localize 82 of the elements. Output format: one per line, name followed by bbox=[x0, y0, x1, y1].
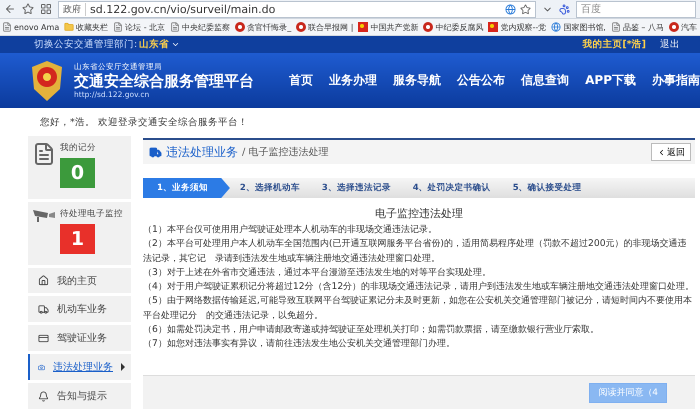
bookmark-link[interactable]: 收藏夹栏 bbox=[64, 22, 108, 32]
notice-title: 电子监控违法处理 bbox=[374, 206, 464, 221]
nav-link[interactable]: 办事指南 bbox=[652, 72, 700, 89]
sidebar-item[interactable]: 违法处理业务 bbox=[28, 354, 131, 380]
url-text: sd.122.gov.cn/vio/surveil/main.do bbox=[90, 2, 276, 16]
bookmark-link[interactable]: 联合早报网 | bbox=[296, 22, 354, 32]
page-icon bbox=[170, 22, 180, 32]
switch-label: 切换公安交通管理部门: bbox=[34, 38, 138, 51]
nav-link[interactable]: 服务导航 bbox=[393, 72, 442, 89]
notice-paragraph: （4）对于用户驾驶证累积记分将超过12分（含12分）的非现场交通违法记录，请用户到违法发生地或车辆注册地交通违法处理窗口处理。 bbox=[143, 280, 695, 294]
flag-icon bbox=[488, 22, 498, 32]
chevron-left-icon bbox=[657, 148, 666, 156]
step-tab[interactable]: 4、处罚决定书确认 bbox=[402, 178, 503, 198]
bookmark-link[interactable]: 汽车 bbox=[668, 22, 697, 32]
sidebar-item[interactable]: 我的主页 bbox=[28, 268, 131, 294]
bookmark-link[interactable]: 国家图书馆, bbox=[551, 22, 606, 32]
site-icon bbox=[423, 22, 434, 32]
stat-label: 我的记分 bbox=[60, 142, 96, 154]
bookmark-link[interactable]: 中纪委反腐风 bbox=[423, 22, 484, 32]
breadcrumb-current: / 电子监控违法处理 bbox=[242, 146, 329, 159]
home-icon bbox=[38, 275, 49, 286]
sidebar-item[interactable]: 告知与提示 bbox=[28, 383, 131, 409]
star-icon[interactable] bbox=[22, 3, 34, 15]
star-icon[interactable] bbox=[520, 4, 531, 14]
notice-paragraph: （5）由于网络数据传输延迟,可能导致互联网平台驾驶证累记分未及时更新，如您在公安机关交通管理部门被记分，请短时间内不要使用本平台处理记分 的交通违法记录，以免超分。 bbox=[143, 294, 693, 323]
bookmark-link[interactable]: 品鉴 – 八马 bbox=[610, 22, 664, 32]
stat-value[interactable]: 0 bbox=[60, 158, 95, 188]
step-tab[interactable]: 1、业务须知 bbox=[143, 178, 230, 198]
region-dropdown[interactable]: 山东省 bbox=[139, 38, 180, 51]
arrow-icon bbox=[121, 363, 125, 372]
notice-paragraph: （7）如您对违法事实有异议，请前往违法发生地公安机关交通管理部门办理。 bbox=[143, 337, 456, 352]
stat-value[interactable]: 1 bbox=[60, 224, 95, 254]
card-icon bbox=[38, 332, 49, 344]
truck-icon bbox=[38, 304, 49, 315]
breadcrumb-link[interactable]: 违法处理业务 bbox=[166, 144, 238, 160]
bell-icon bbox=[38, 390, 49, 402]
user-link[interactable]: 我的主页[*浩] bbox=[582, 38, 646, 51]
bookmark-link[interactable]: 党内观察--党 bbox=[488, 22, 546, 32]
sidebar-item[interactable]: 机动车业务 bbox=[28, 296, 131, 322]
site-icon bbox=[296, 22, 306, 32]
page-icon bbox=[113, 22, 124, 32]
logout-link[interactable]: 退出 bbox=[660, 38, 680, 51]
page-icon bbox=[2, 22, 12, 32]
site-icon bbox=[668, 22, 679, 32]
site-icon bbox=[235, 22, 246, 32]
nav-link[interactable]: 首页 bbox=[289, 72, 314, 89]
notice-paragraph: （3）对于上述在外省市交通违法，通过本平台漫游至违法发生地的对等平台实现处理。 bbox=[143, 266, 492, 280]
nav-link[interactable]: 信息查询 bbox=[521, 72, 570, 89]
bookmark-link[interactable]: 中央纪委监察 bbox=[170, 22, 230, 32]
paw-icon bbox=[559, 4, 570, 14]
stat-label: 待处理电子监控 bbox=[60, 208, 123, 220]
grid-icon[interactable] bbox=[40, 3, 52, 15]
back-icon[interactable] bbox=[4, 3, 16, 15]
globe-icon bbox=[505, 4, 516, 14]
greeting-text: 您好，*浩。 欢迎登录交通安全综合服务平台！ bbox=[40, 116, 248, 128]
bookmark-link[interactable]: 论坛 - 北京 bbox=[113, 22, 166, 32]
step-tab[interactable]: 2、选择机动车 bbox=[230, 178, 312, 198]
bookmark-link[interactable]: 中国共产党新 bbox=[358, 22, 418, 32]
truck-icon bbox=[149, 146, 162, 158]
surveillance-camera-icon bbox=[32, 208, 56, 222]
flag-icon bbox=[358, 22, 368, 32]
nav-link[interactable]: 业务办理 bbox=[329, 72, 378, 89]
sidebar-item[interactable]: 驾驶证业务 bbox=[28, 325, 131, 352]
document-icon bbox=[32, 142, 56, 166]
nav-link[interactable]: APP下载 bbox=[585, 72, 636, 89]
notice-paragraph: （6）如需处罚决定书，用户申请邮政寄递或持驾驶证至处理机关打印；如需罚款票据，请至缴款银行营业厅索取。 bbox=[143, 323, 600, 338]
globe-icon bbox=[551, 22, 562, 32]
step-tab[interactable]: 3、选择违法记录 bbox=[312, 178, 403, 198]
bookmark-link[interactable]: 贪官忏悔录_ bbox=[235, 22, 292, 32]
step-tab[interactable]: 5、确认接受处理 bbox=[502, 178, 594, 198]
notice-paragraph: （2）本平台可处理用户本人机动车全国范围内(已开通互联网服务平台省份)的，适用简易程序处理（罚款不超过200元）的非现场交通违法记录，其它记 录请到违法发生地或车辆注册地交通违法处理窗口处理。 bbox=[143, 237, 688, 266]
site-title: 交通安全综合服务管理平台 bbox=[74, 72, 254, 90]
back-button[interactable]: 返回 bbox=[651, 143, 691, 161]
bookmark-link[interactable]: enovo Ama bbox=[2, 22, 60, 32]
page-icon bbox=[610, 22, 621, 32]
address-bar[interactable]: 政府 sd.122.gov.cn/vio/surveil/main.do bbox=[58, 0, 536, 18]
caret-icon bbox=[171, 40, 180, 49]
search-field[interactable]: 百度 bbox=[576, 0, 696, 18]
site-badge: 政府 bbox=[63, 2, 86, 16]
folder-icon bbox=[64, 22, 74, 32]
notice-paragraph: （1）本平台仅可使用用户驾驶证处理本人机动车的非现场交通违法记录。 bbox=[143, 223, 438, 237]
nav-link[interactable]: 公告公布 bbox=[457, 72, 506, 89]
